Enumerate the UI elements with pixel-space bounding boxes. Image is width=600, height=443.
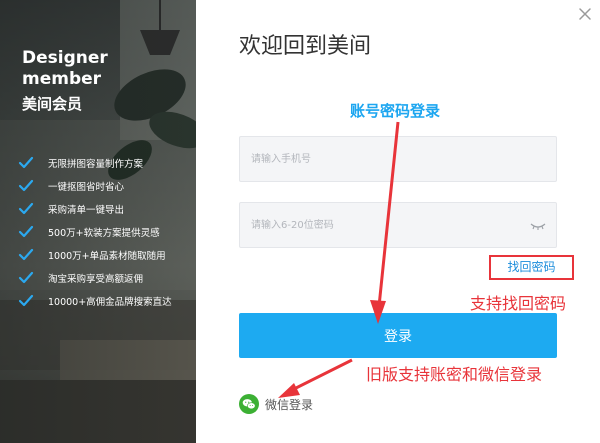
eye-closed-icon[interactable]: [530, 220, 546, 232]
password-field[interactable]: [239, 202, 557, 248]
feature-text: 1000万+单品素材随取随用: [48, 250, 166, 262]
feature-item: 淘宝采购享受高额返佣: [18, 266, 172, 289]
feature-text: 一键抠图省时省心: [48, 181, 125, 193]
feature-item: 采购清单一键导出: [18, 197, 172, 220]
feature-item: 10000+高佣金品牌搜索直达: [18, 289, 172, 312]
annotation-account-login: 账号密码登录: [350, 102, 441, 120]
brand-name-cn: 美间会员: [22, 95, 83, 113]
check-icon: [18, 156, 34, 168]
feature-list: 无限拼图容量制作方案 一键抠图省时省心 采购清单一键导出 500万+软装方案提供…: [18, 151, 172, 312]
login-button[interactable]: 登录: [239, 313, 557, 358]
brand-name-en: Designer member: [22, 48, 108, 89]
check-icon: [18, 225, 34, 237]
forgot-password-link[interactable]: 找回密码: [489, 255, 574, 280]
wechat-login-label: 微信登录: [265, 397, 314, 412]
feature-text: 500万+软装方案提供灵感: [48, 227, 160, 239]
phone-input[interactable]: [240, 137, 556, 181]
check-icon: [18, 248, 34, 260]
feature-item: 1000万+单品素材随取随用: [18, 243, 172, 266]
phone-field[interactable]: [239, 136, 557, 182]
feature-text: 采购清单一键导出: [48, 204, 125, 216]
feature-item: 500万+软装方案提供灵感: [18, 220, 172, 243]
annotation-legacy-support: 旧版支持账密和微信登录: [366, 365, 543, 384]
arrow-to-wechat: [285, 358, 353, 395]
check-icon: [18, 179, 34, 191]
password-input[interactable]: [240, 203, 556, 247]
page-title: 欢迎回到美间: [239, 34, 372, 59]
close-icon[interactable]: [576, 5, 594, 23]
wechat-login[interactable]: 微信登录: [239, 394, 313, 414]
annotation-support-recover: 支持找回密码: [470, 294, 567, 313]
feature-text: 无限拼图容量制作方案: [48, 158, 144, 170]
feature-item: 一键抠图省时省心: [18, 174, 172, 197]
check-icon: [18, 294, 34, 306]
check-icon: [18, 271, 34, 283]
feature-text: 淘宝采购享受高额返佣: [48, 273, 144, 285]
feature-text: 10000+高佣金品牌搜索直达: [48, 296, 172, 308]
promo-panel: Designer member 美间会员 无限拼图容量制作方案 一键抠图省时省心…: [0, 0, 196, 443]
feature-item: 无限拼图容量制作方案: [18, 151, 172, 174]
check-icon: [18, 202, 34, 214]
wechat-icon: [239, 394, 259, 414]
